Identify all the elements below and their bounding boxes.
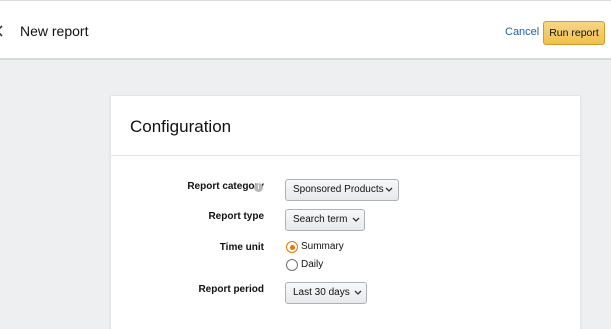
chevron-left-icon[interactable] [0,25,4,37]
report-type-dropdown[interactable]: Search term [285,209,365,231]
card-divider [111,155,580,156]
run-report-button[interactable]: Run report [543,21,605,45]
card-title: Configuration [130,117,232,136]
daily-option-label: Daily [301,259,324,270]
configuration-card: Configuration Report category i Sponsore… [110,95,581,329]
report-period-dropdown[interactable]: Last 30 days [285,282,367,304]
report-category-value: Sponsored Products [293,184,384,195]
report-period-value: Last 30 days [293,287,350,298]
report-type-label: Report type [208,211,264,222]
chevron-down-icon [385,187,393,192]
summary-option-label: Summary [301,241,344,252]
report-category-dropdown[interactable]: Sponsored Products [285,179,399,201]
info-icon[interactable]: i [254,183,263,192]
report-type-value: Search term [293,214,348,225]
time-unit-summary-radio[interactable]: Summary [286,241,356,255]
time-unit-daily-radio[interactable]: Daily [286,259,346,273]
report-category-label: Report category [187,181,264,192]
chevron-down-icon [352,217,360,222]
chevron-down-icon [354,290,362,295]
time-unit-label: Time unit [219,242,264,253]
radio-button[interactable] [286,259,298,271]
page-title: New report [20,23,89,39]
top-bar: New report Cancel Run report [0,0,611,60]
radio-button-selected[interactable] [286,241,298,253]
cancel-link[interactable]: Cancel [505,26,539,38]
report-period-label: Report period [198,284,264,295]
